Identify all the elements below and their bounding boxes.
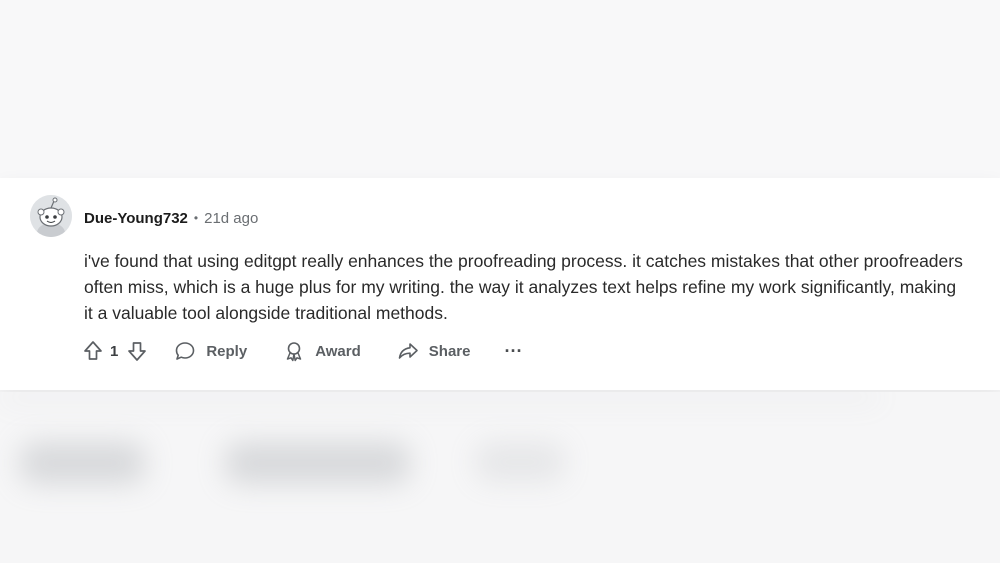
more-options-button[interactable]: ··· (504, 341, 522, 362)
page-top-background (0, 0, 1000, 180)
award-button[interactable]: Award (281, 338, 361, 364)
comment-body: i've found that using editgpt really enh… (84, 251, 963, 323)
arrow-up-icon[interactable] (80, 338, 106, 364)
comment-action-bar: 1 Reply Award Share ··· (80, 336, 522, 366)
award-ribbon-icon (281, 338, 307, 364)
comment-meta: Due-Young732 • 21d ago (84, 208, 258, 228)
share-arrow-icon (395, 338, 421, 364)
arrow-down-icon[interactable] (124, 338, 150, 364)
snoo-avatar-icon[interactable] (30, 195, 72, 237)
reply-label: Reply (206, 342, 248, 360)
blurred-block (225, 442, 410, 484)
blurred-line (0, 392, 880, 402)
speech-bubble-icon (172, 338, 198, 364)
share-label: Share (428, 342, 471, 360)
award-label: Award (315, 342, 361, 360)
meta-separator: • (193, 211, 199, 225)
author-name[interactable]: Due-Young732 (84, 210, 188, 227)
blurred-block (20, 442, 145, 484)
ellipsis-icon: ··· (504, 340, 523, 361)
comment-timestamp[interactable]: 21d ago (204, 210, 258, 227)
reply-button[interactable]: Reply (172, 338, 247, 364)
blurred-block (475, 442, 565, 482)
blurred-background-content (0, 392, 1000, 563)
share-button[interactable]: Share (395, 338, 471, 364)
vote-count: 1 (110, 342, 119, 360)
